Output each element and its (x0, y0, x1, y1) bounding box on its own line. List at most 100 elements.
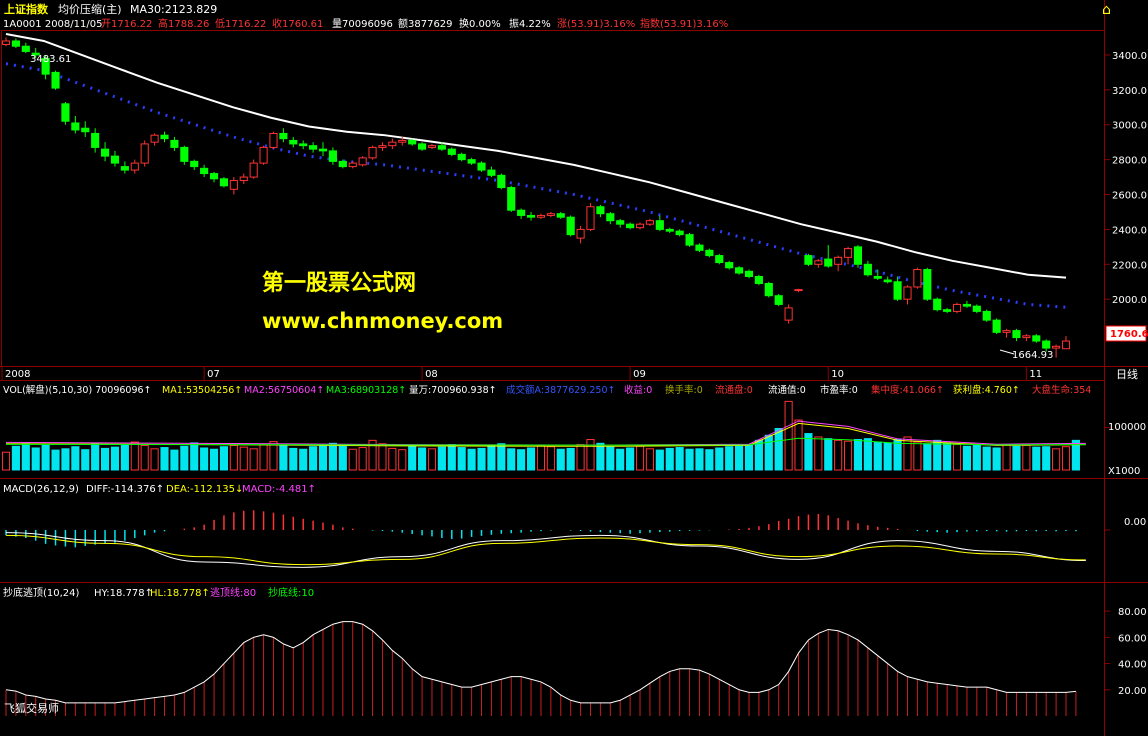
candle-body (952, 303, 962, 312)
vol-ma1: MA1:53504256↑ (162, 385, 242, 396)
candle-body (11, 40, 20, 47)
volume-bar (556, 448, 565, 471)
vol-float-value: 流通值:0 (768, 384, 806, 396)
quote-change: 涨(53.91)3.16% (557, 18, 635, 30)
macd-dea: DEA:-112.135↓ (166, 484, 243, 495)
volume-bar (408, 445, 417, 471)
candle-body (834, 256, 843, 265)
volume-bar (517, 449, 526, 471)
candle-body (190, 160, 199, 168)
candle-body (517, 209, 526, 216)
candle-body (616, 220, 625, 225)
candle-body (1002, 330, 1011, 333)
candle-body (556, 213, 565, 218)
volume-bar (120, 444, 129, 471)
candle-body (150, 134, 159, 143)
volume-bar (209, 448, 219, 471)
ma30-line (5, 33, 1067, 309)
price-tick-label: 2800.0 (1112, 156, 1147, 167)
candle-body (933, 298, 942, 311)
vol-wan: 量万:700960.938↑ (409, 385, 497, 396)
volume-bar (893, 439, 902, 471)
vol-pe: 市盈率:0 (820, 384, 858, 396)
volume-bar (180, 445, 189, 471)
candle-body (477, 162, 486, 171)
macd-lines (5, 529, 1110, 568)
volume-bar (358, 447, 367, 471)
candle-body (309, 145, 318, 150)
volume-bar (913, 441, 922, 471)
volume-bar (457, 447, 466, 471)
volume-bar (566, 447, 575, 471)
vol-unit-label: X1000 (1108, 466, 1140, 477)
volume-bar (952, 444, 962, 471)
vol-amount: 成交额A:3877629.250↑ (506, 384, 615, 396)
volume-bar (526, 447, 536, 471)
volume-bar (507, 448, 516, 471)
candle-body (754, 276, 763, 284)
volume-bar (645, 448, 654, 471)
volume-bar (427, 448, 437, 471)
quote-high: 高1788.26 (158, 17, 209, 30)
vol-ma2: MA2:56750604↑ (244, 385, 324, 396)
candle-body (120, 166, 129, 171)
volume-bars (1, 400, 1080, 471)
volume-bar (764, 434, 773, 471)
candle-body (447, 148, 456, 155)
volume-bar (447, 444, 456, 471)
candle-body (586, 206, 595, 230)
quote-code-date: 1A0001 2008/11/05 (3, 19, 102, 30)
candle-body (487, 169, 496, 176)
candle-body (685, 234, 694, 246)
candle-body (249, 162, 258, 178)
bottom-tick-label: 80.00 (1118, 607, 1147, 618)
candle-body (744, 270, 754, 278)
volume-bar (843, 440, 853, 471)
candle-body (903, 286, 912, 300)
bottom-tick-label: 40.00 (1118, 660, 1147, 671)
candle-body (378, 145, 387, 148)
candle-body (645, 220, 654, 225)
candle-body (526, 214, 536, 218)
volume-bar (497, 443, 506, 471)
volume-bar (388, 447, 397, 471)
volume-bar (110, 446, 120, 471)
quote-amplitude: 振4.22% (509, 17, 551, 30)
candle-body (170, 139, 179, 148)
volume-bar (675, 447, 684, 471)
macd-panel-header: MACD(26,12,9) DIFF:-114.376↑ DEA:-112.13… (3, 484, 316, 495)
volume-bar (170, 449, 179, 471)
volume-bar (289, 447, 298, 471)
period-label[interactable]: 日线 (1116, 367, 1138, 381)
volume-bar (794, 419, 803, 471)
volume-bar (1052, 448, 1061, 471)
candle-body (992, 319, 1001, 333)
candle-body (715, 255, 724, 264)
volume-bar (160, 447, 169, 471)
volume-bar (735, 444, 744, 471)
candle-body (180, 146, 189, 162)
volume-bar (992, 447, 1001, 471)
bottom-tick-label: 60.00 (1118, 633, 1147, 644)
vol-axis-label: 100000 (1108, 422, 1146, 433)
macd-diff: DIFF:-114.376↑ (86, 484, 164, 495)
vol-float-shares: 流通盘:0 (715, 384, 753, 396)
volume-bar (1, 451, 11, 471)
volume-bar (219, 446, 229, 471)
candle-body (576, 228, 585, 239)
candle-body (675, 230, 684, 236)
volume-bar (705, 449, 714, 471)
volume-bar (71, 446, 80, 471)
home-icon[interactable]: ⌂ (1102, 2, 1111, 18)
volume-bar (41, 444, 50, 471)
volume-bar (467, 448, 476, 471)
brand-label: 飞狐交易师 (4, 701, 59, 715)
candle-body (219, 178, 229, 187)
volume-bar (378, 443, 387, 471)
candle-body (299, 143, 308, 147)
volume-bar (150, 448, 159, 471)
volume-bar (536, 444, 546, 471)
price-axis: 3400.0 3200.0 3000.0 2800.0 2600.0 2400.0 2200… (1104, 51, 1147, 306)
volume-bar (635, 445, 645, 471)
candle-body (507, 187, 516, 211)
